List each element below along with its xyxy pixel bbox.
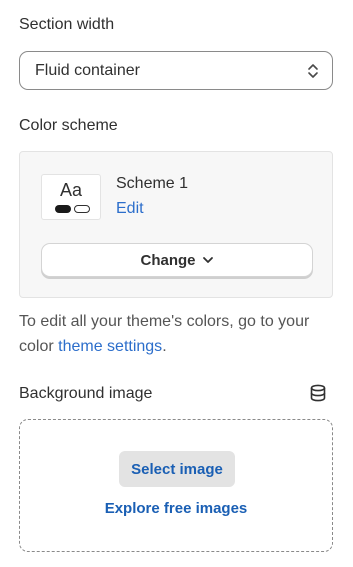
theme-settings-link[interactable]: theme settings (58, 338, 162, 355)
section-width-label: Section width (19, 16, 115, 33)
change-button-label: Change (140, 251, 196, 269)
help-text-suffix: . (162, 338, 167, 355)
color-scheme-card: Aa Scheme 1 Edit Change (19, 151, 333, 298)
explore-free-images-link[interactable]: Explore free images (20, 500, 332, 517)
swatch-sample-text: Aa (59, 180, 83, 200)
chevron-down-icon (202, 252, 214, 269)
background-image-dropzone[interactable]: Select image Explore free images (19, 419, 333, 552)
color-scheme-label: Color scheme (19, 117, 118, 134)
change-scheme-button[interactable]: Change (41, 243, 313, 277)
select-chevrons-icon (306, 61, 320, 81)
section-width-value: Fluid container (35, 61, 140, 79)
color-help-text: To edit all your theme's colors, go to y… (19, 309, 339, 359)
swatch-secondary-button-pill (74, 205, 90, 213)
select-image-button[interactable]: Select image (119, 451, 235, 487)
scheme-edit-link[interactable]: Edit (116, 200, 144, 218)
background-image-label: Background image (19, 385, 153, 402)
section-width-select[interactable]: Fluid container (19, 51, 333, 90)
swatch-primary-button-pill (55, 205, 71, 213)
scheme-name: Scheme 1 (116, 175, 189, 192)
database-icon[interactable] (309, 384, 327, 402)
scheme-preview-swatch: Aa (41, 174, 101, 220)
